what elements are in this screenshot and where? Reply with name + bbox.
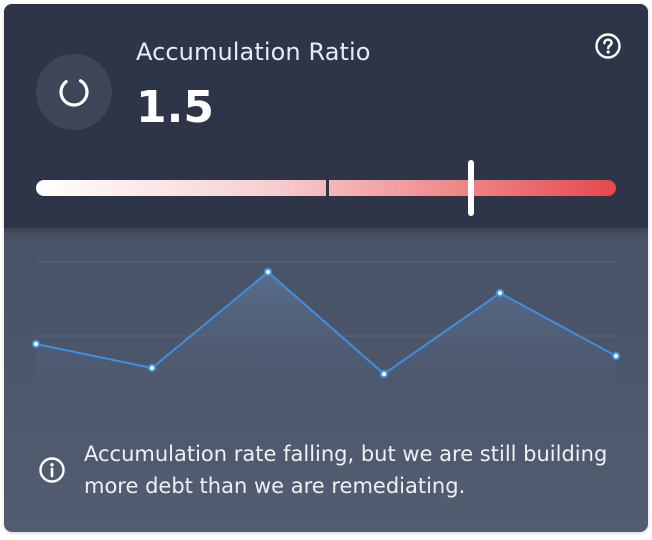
- metric-icon-badge: [36, 54, 112, 130]
- trend-area: [36, 272, 616, 428]
- loading-ring-icon: [59, 77, 89, 107]
- data-point[interactable]: [31, 339, 41, 349]
- data-point[interactable]: [263, 267, 273, 277]
- threshold-divider: [326, 180, 329, 196]
- data-point[interactable]: [379, 369, 389, 379]
- accumulation-ratio-card: Accumulation Ratio 1.5 Accumulation rate…: [4, 4, 648, 532]
- info-message-text: Accumulation rate falling, but we are st…: [84, 442, 608, 498]
- trend-line-chart: [31, 261, 621, 428]
- data-point[interactable]: [495, 288, 505, 298]
- widget-title: Accumulation Ratio: [136, 38, 371, 66]
- question-circle-icon: [595, 33, 621, 59]
- help-button[interactable]: [594, 32, 622, 60]
- info-circle-icon: [39, 457, 65, 483]
- ratio-value: 1.5: [136, 82, 214, 133]
- card-header: Accumulation Ratio 1.5: [4, 4, 648, 228]
- data-point[interactable]: [147, 363, 157, 373]
- ratio-marker-handle[interactable]: [468, 160, 474, 216]
- data-point[interactable]: [611, 351, 621, 361]
